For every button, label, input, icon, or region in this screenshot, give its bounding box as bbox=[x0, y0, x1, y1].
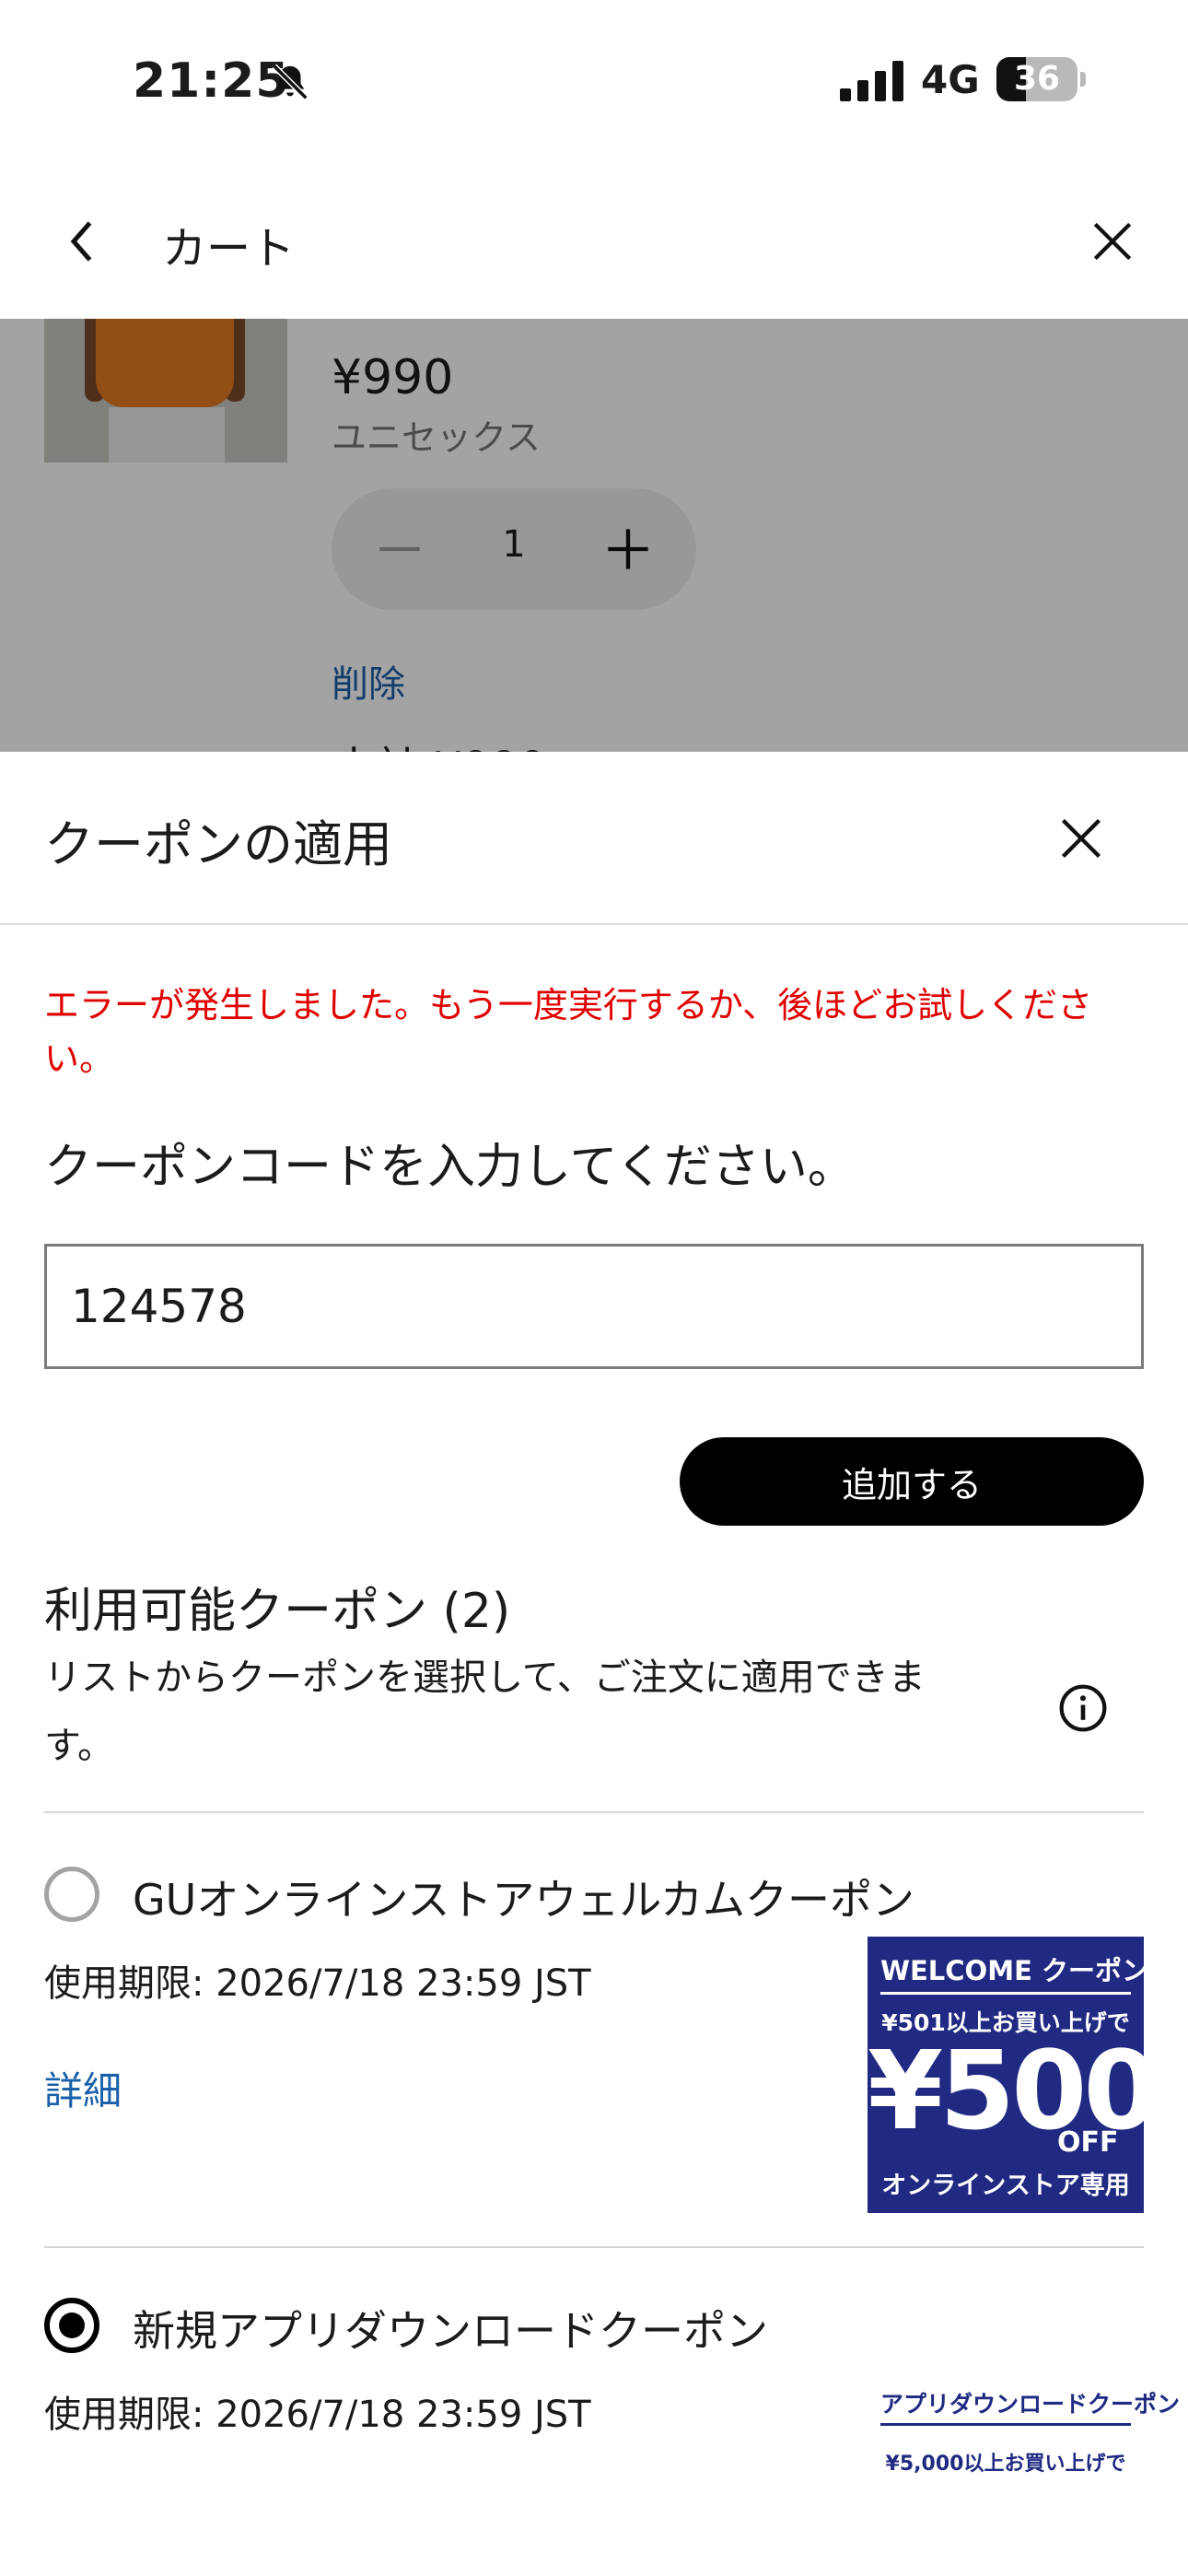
coupon-item[interactable]: GUオンラインストアウェルカムクーポン 使用期限: 2026/7/18 23:5… bbox=[0, 1811, 1188, 2235]
network-type: 4G bbox=[921, 57, 980, 102]
coupon-expiry: 使用期限: 2026/7/18 23:59 JST bbox=[44, 2394, 591, 2436]
coupon-item[interactable]: 新規アプリダウンロードクーポン 使用期限: 2026/7/18 23:59 JS… bbox=[0, 2246, 1188, 2576]
available-coupons-title: 利用可能クーポン (2) bbox=[44, 1584, 511, 1639]
badge-footer: オンラインストア専用 bbox=[881, 2172, 1130, 2200]
badge-condition: ¥5,000以上お買い上げで bbox=[885, 2453, 1126, 2476]
status-time: 21:25 bbox=[133, 53, 290, 109]
coupon-sheet: クーポンの適用 エラーが発生しました。もう一度実行するか、後ほどお試しください。… bbox=[0, 752, 1188, 2576]
modal-overlay[interactable] bbox=[0, 319, 1188, 752]
app-download-coupon-badge: アプリダウンロードクーポン ¥5,000以上お買い上げで bbox=[868, 2386, 1180, 2497]
divider bbox=[0, 923, 1188, 925]
nav-title: カート bbox=[162, 223, 296, 275]
coupon-radio[interactable] bbox=[44, 1867, 99, 1922]
add-coupon-button[interactable]: 追加する bbox=[680, 1437, 1144, 1526]
coupon-code-input[interactable] bbox=[44, 1244, 1144, 1369]
coupon-name: GUオンラインストアウェルカムクーポン bbox=[133, 1875, 915, 1925]
close-icon[interactable] bbox=[1057, 814, 1105, 862]
badge-title: アプリダウンロードクーポン bbox=[880, 2386, 1180, 2426]
available-coupons-description: リストからクーポンを選択して、ご注文に適用できます。 bbox=[44, 1657, 926, 1767]
sheet-title: クーポンの適用 bbox=[44, 815, 392, 873]
cellular-signal-icon bbox=[840, 61, 904, 101]
coupon-name: 新規アプリダウンロードクーポン bbox=[133, 2306, 768, 2356]
error-message: エラーが発生しました。もう一度実行するか、後ほどお試しください。 bbox=[44, 985, 1093, 1079]
coupon-radio-selected[interactable] bbox=[44, 2298, 99, 2353]
coupon-detail-link[interactable]: 詳細 bbox=[44, 2060, 122, 2116]
info-icon[interactable] bbox=[1057, 1682, 1109, 1734]
badge-title: WELCOME クーポン bbox=[880, 1950, 1148, 1995]
nav-bar: カート bbox=[0, 166, 1188, 319]
chevron-left-icon[interactable] bbox=[55, 214, 111, 269]
coupon-page: 21:25 4G 36 カート ¥990 ユニセックス 1 削除 クーポンの適用… bbox=[0, 0, 1188, 2576]
battery-level: 36 bbox=[1013, 60, 1061, 98]
coupon-code-heading: クーポンコードを入力してください。 bbox=[44, 1140, 856, 1195]
welcome-coupon-badge: WELCOME クーポン ¥501以上お買い上げで ¥500 OFF オンライン… bbox=[868, 1937, 1159, 2213]
coupon-expiry: 使用期限: 2026/7/18 23:59 JST bbox=[44, 1962, 591, 2005]
close-icon[interactable] bbox=[1087, 216, 1138, 267]
bell-slash-icon bbox=[269, 61, 311, 103]
badge-off: OFF bbox=[1057, 2126, 1119, 2159]
battery-icon: 36 bbox=[996, 57, 1086, 101]
status-bar: 21:25 4G 36 bbox=[0, 0, 1188, 166]
